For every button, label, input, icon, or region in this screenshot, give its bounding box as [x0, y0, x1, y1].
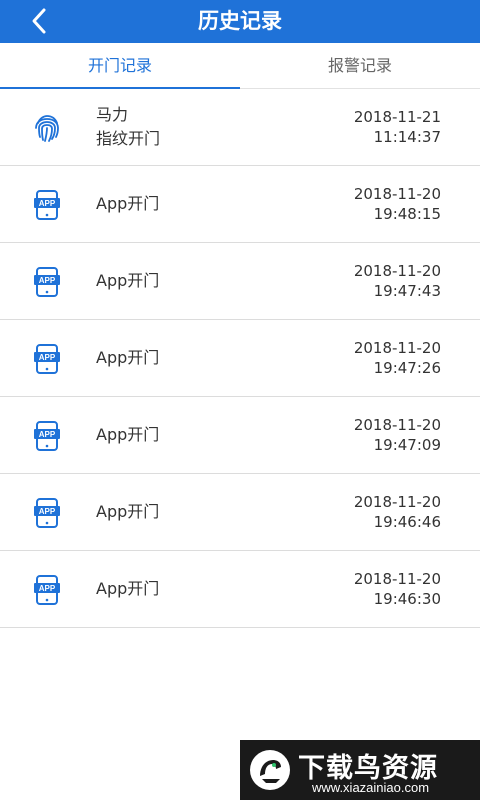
record-tabs: 开门记录 报警记录	[0, 43, 480, 89]
list-item[interactable]: APP App开门 2018-11-20 19:47:09	[0, 397, 480, 474]
record-time: 19:47:26	[373, 359, 441, 377]
tab-unlock-records[interactable]: 开门记录	[0, 43, 240, 89]
svg-text:APP: APP	[39, 199, 56, 208]
record-date: 2018-11-20	[353, 185, 441, 203]
record-time: 19:48:15	[373, 205, 441, 223]
record-method: App开门	[96, 502, 160, 521]
app-phone-icon: APP	[34, 190, 60, 220]
svg-text:APP: APP	[39, 507, 56, 516]
record-date: 2018-11-20	[353, 262, 441, 280]
record-method: App开门	[96, 271, 160, 290]
list-item[interactable]: APP App开门 2018-11-20 19:46:46	[0, 474, 480, 551]
watermark-url: www.xiazainiao.com	[312, 780, 430, 795]
app-phone-icon: APP	[34, 498, 60, 528]
record-method: 指纹开门	[96, 129, 161, 148]
record-user-name: 马力	[96, 105, 129, 124]
fingerprint-icon	[35, 115, 59, 142]
bird-logo-icon	[250, 750, 290, 790]
record-time: 19:46:46	[373, 513, 441, 531]
record-date: 2018-11-20	[353, 493, 441, 511]
list-item[interactable]: APP App开门 2018-11-20 19:47:43	[0, 243, 480, 320]
svg-text:APP: APP	[39, 276, 56, 285]
record-date: 2018-11-20	[353, 339, 441, 357]
record-date: 2018-11-21	[353, 108, 441, 126]
record-time: 19:46:30	[373, 590, 441, 608]
app-phone-icon: APP	[34, 421, 60, 451]
record-date: 2018-11-20	[353, 416, 441, 434]
watermark-banner: 下载鸟资源 www.xiazainiao.com	[240, 740, 480, 800]
svg-text:APP: APP	[39, 430, 56, 439]
svg-text:APP: APP	[39, 584, 56, 593]
tab-alarm-records[interactable]: 报警记录	[240, 43, 480, 88]
list-item[interactable]: APP App开门 2018-11-20 19:46:30	[0, 551, 480, 628]
app-phone-icon: APP	[34, 344, 60, 374]
record-method: App开门	[96, 579, 160, 598]
svg-text:APP: APP	[39, 353, 56, 362]
record-method: App开门	[96, 348, 160, 367]
record-method: App开门	[96, 194, 160, 213]
record-date: 2018-11-20	[353, 570, 441, 588]
app-phone-icon: APP	[34, 575, 60, 605]
list-item[interactable]: APP App开门 2018-11-20 19:48:15	[0, 166, 480, 243]
record-time: 19:47:43	[373, 282, 441, 300]
list-item[interactable]: APP App开门 2018-11-20 19:47:26	[0, 320, 480, 397]
app-phone-icon: APP	[34, 267, 60, 297]
top-bar: 历史记录	[0, 0, 480, 43]
list-item[interactable]: 马力 指纹开门 2018-11-21 11:14:37	[0, 89, 480, 166]
record-method: App开门	[96, 425, 160, 444]
unlock-record-list: 马力 指纹开门 2018-11-21 11:14:37 APP App开门 20…	[0, 89, 480, 628]
record-time: 19:47:09	[373, 436, 441, 454]
page-title: 历史记录	[198, 9, 282, 33]
record-time: 11:14:37	[373, 128, 441, 146]
